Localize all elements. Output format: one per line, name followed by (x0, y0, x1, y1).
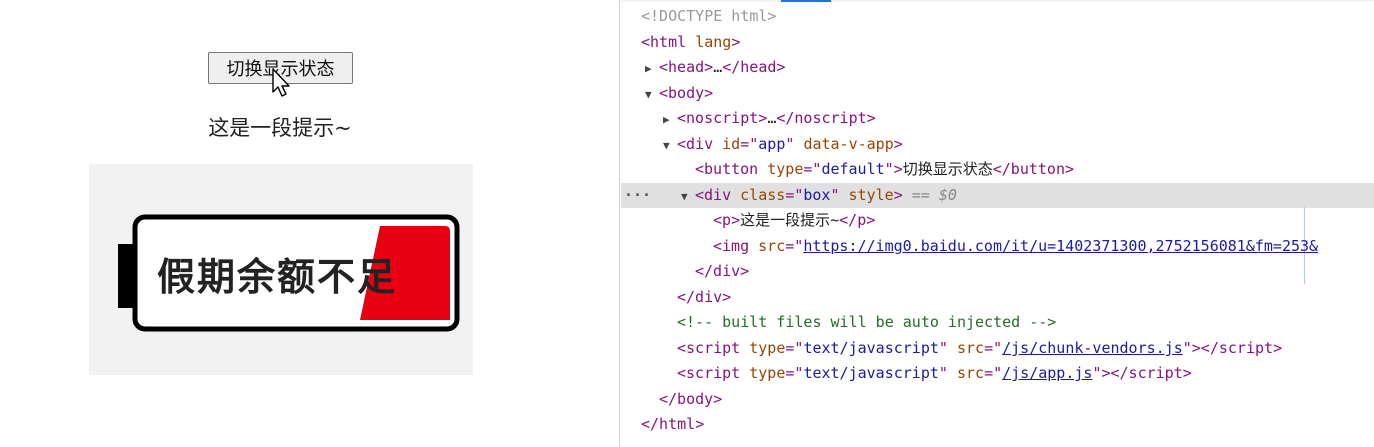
expand-triangle-icon[interactable]: ▶ (645, 56, 659, 81)
dom-node-p[interactable]: <p>这是一段提示~</p> (621, 208, 1374, 233)
dom-node-html[interactable]: <html lang> (621, 30, 1374, 55)
script-src-link[interactable]: /js/chunk-vendors.js (1002, 339, 1183, 357)
script-src-link[interactable]: /js/app.js (1002, 364, 1092, 382)
type-attr-value: text/javascript (803, 364, 939, 382)
type-attr-value: default (821, 160, 885, 178)
div-box-tag: div (704, 186, 732, 204)
dom-node-script-vendors[interactable]: <script type="text/javascript" src="/js/… (621, 336, 1374, 361)
id-attr-name: id (722, 135, 741, 153)
div-close-tag: /div (704, 262, 741, 280)
dom-node-div-app[interactable]: ▼ <div id="app" data-v-app> (621, 132, 1374, 157)
type-attr-value: text/javascript (803, 339, 939, 357)
noscript-tag: noscript (686, 109, 759, 127)
battery-image: 假期余额不足 (89, 164, 473, 375)
dom-node-html-close[interactable]: </html> (621, 412, 1374, 437)
body-tag: body (668, 84, 705, 102)
type-attr-name: type (749, 339, 786, 357)
collapse-triangle-icon[interactable]: ▼ (645, 82, 659, 107)
class-attr-name: class (740, 186, 786, 204)
data-v-app-attr: data-v-app (803, 135, 894, 153)
script-tag: script (686, 364, 741, 382)
img-src-link[interactable]: https://img0.baidu.com/it/u=1402371300,2… (803, 237, 1318, 255)
script-close-tag: /script (1209, 339, 1274, 357)
div-close-tag: /div (686, 288, 723, 306)
collapsed-ellipsis: … (713, 58, 723, 76)
p-text-node: 这是一段提示~ (740, 211, 840, 229)
p-close-tag: /p (848, 211, 867, 229)
class-attr-value: box (803, 186, 831, 204)
body-close-tag: /body (668, 390, 714, 408)
page-preview: 切换显示状态 这是一段提示~ 假期余额不足 (0, 0, 620, 447)
type-attr-name: type (767, 160, 804, 178)
src-attr-name: src (956, 339, 985, 357)
doctype-text: <!DOCTYPE html> (641, 7, 777, 25)
head-tag: head (668, 58, 705, 76)
low-battery-icon: 假期余额不足 (89, 164, 473, 375)
script-tag: script (686, 339, 741, 357)
script-close-tag: /script (1119, 364, 1183, 382)
dom-node-body-close[interactable]: </body> (621, 387, 1374, 412)
div-app-tag: div (686, 135, 714, 153)
dom-node-head[interactable]: ▶ <head>…</head> (621, 55, 1374, 80)
expand-triangle-icon[interactable]: ▶ (663, 107, 677, 132)
collapse-triangle-icon[interactable]: ▼ (681, 184, 695, 209)
dom-node-script-app[interactable]: <script type="text/javascript" src="/js/… (621, 361, 1374, 386)
active-tab-indicator (781, 0, 831, 2)
img-tag: img (722, 237, 750, 255)
button-text-node: 切换显示状态 (902, 160, 993, 178)
html-tag: html (650, 33, 687, 51)
src-attr-name: src (758, 237, 786, 255)
button-close-tag: /button (1001, 160, 1065, 178)
src-attr-name: src (956, 364, 985, 382)
style-attr-name: style (848, 186, 894, 204)
head-close-tag: /head (731, 58, 777, 76)
row-menu-icon[interactable]: ··· (624, 183, 651, 208)
dom-node-body[interactable]: ▼ <body> (621, 81, 1374, 106)
mouse-pointer-icon (272, 68, 290, 97)
html-close-tag: /html (650, 415, 696, 433)
collapse-triangle-icon[interactable]: ▼ (663, 133, 677, 158)
selected-node-marker: == $0 (911, 186, 957, 204)
comment-text: <!-- built files will be auto injected -… (677, 313, 1057, 331)
dom-node-doctype[interactable]: <!DOCTYPE html> (621, 4, 1374, 29)
battery-image-text: 假期余额不足 (157, 255, 397, 299)
dom-node-img[interactable]: <img src="https://img0.baidu.com/it/u=14… (621, 234, 1374, 259)
hint-paragraph: 这是一段提示~ (208, 116, 352, 140)
button-tag: button (704, 160, 759, 178)
p-tag: p (722, 211, 732, 229)
html-lang-attr: lang (695, 33, 732, 51)
id-attr-value: app (758, 135, 786, 153)
dom-node-div-box-selected[interactable]: ··· ▼ <div class="box" style> == $0 (621, 183, 1374, 208)
dom-node-div-box-close[interactable]: </div> (621, 259, 1374, 284)
dom-node-button[interactable]: <button type="default">切换显示状态</button> (621, 157, 1374, 182)
dom-node-noscript[interactable]: ▶ <noscript>…</noscript> (621, 106, 1374, 131)
dom-node-div-app-close[interactable]: </div> (621, 285, 1374, 310)
devtools-elements-panel: <!DOCTYPE html> <html lang> ▶ <head>…</he… (621, 0, 1374, 447)
devtools-top-strip (621, 0, 1374, 2)
collapsed-ellipsis: … (767, 109, 777, 127)
type-attr-name: type (749, 364, 786, 382)
dom-node-comment[interactable]: <!-- built files will be auto injected -… (621, 310, 1374, 335)
noscript-close-tag: /noscript (785, 109, 867, 127)
